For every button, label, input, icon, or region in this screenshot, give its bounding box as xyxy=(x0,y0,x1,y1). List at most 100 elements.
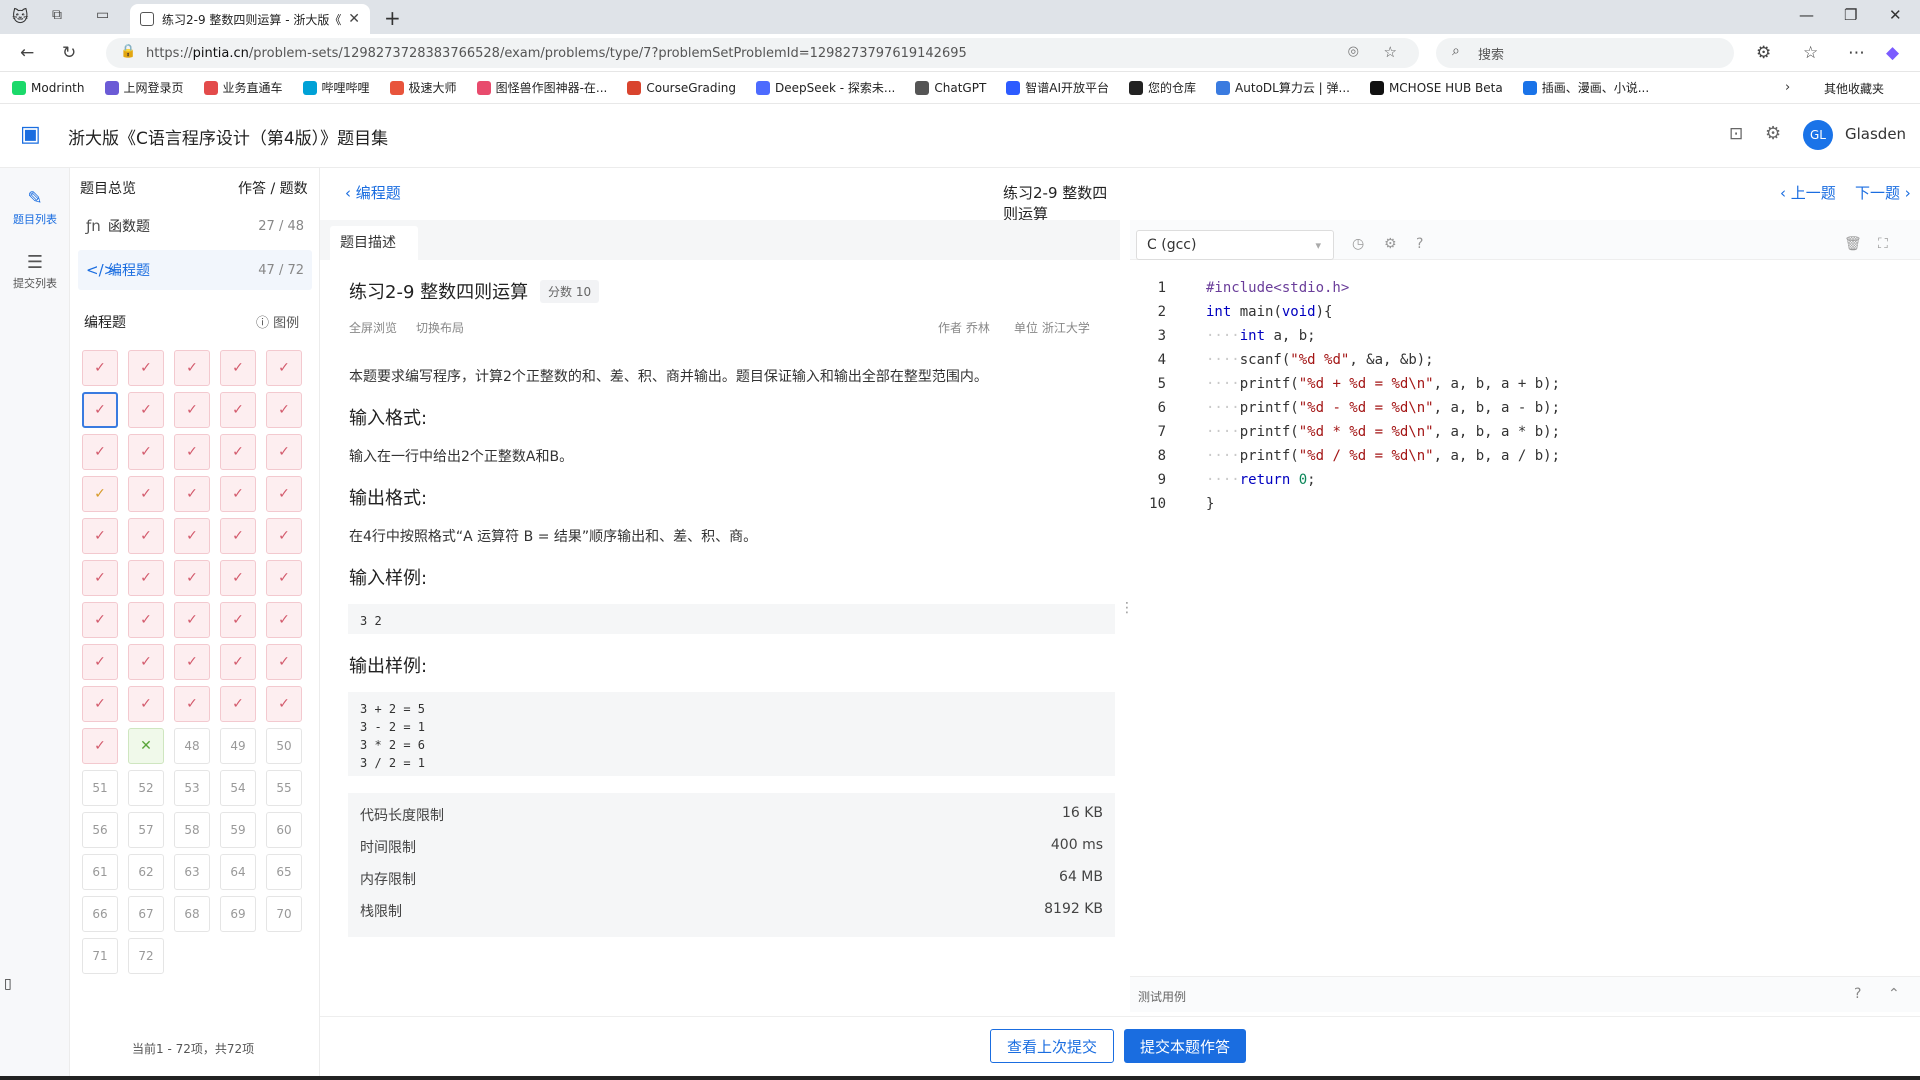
problem-cell[interactable]: 49 xyxy=(220,728,256,764)
code-line[interactable]: 2 int main(void){ xyxy=(1130,300,1920,324)
rail-problem-list[interactable]: ✎ 题目列表 xyxy=(0,188,70,227)
minimize-icon[interactable]: — xyxy=(1799,6,1814,24)
problem-cell[interactable]: 63 xyxy=(174,854,210,890)
back-icon[interactable]: ← xyxy=(20,43,34,63)
problem-cell[interactable]: ✓ xyxy=(174,434,210,470)
problem-cell[interactable]: 55 xyxy=(266,770,302,806)
problem-cell[interactable]: ✓ xyxy=(128,476,164,512)
help-icon[interactable]: ? xyxy=(1416,236,1423,252)
problem-cell[interactable]: ✕ xyxy=(128,728,164,764)
problem-cell[interactable]: 50 xyxy=(266,728,302,764)
category-programming-problems[interactable]: </> 编程题 47 / 72 xyxy=(78,250,312,290)
problem-cell[interactable]: ✓ xyxy=(82,728,118,764)
problem-cell[interactable]: 58 xyxy=(174,812,210,848)
category-function-problems[interactable]: ƒn 函数题 27 / 48 xyxy=(78,206,312,246)
window-close-icon[interactable]: ✕ xyxy=(1889,6,1902,24)
problem-cell[interactable]: ✓ xyxy=(220,686,256,722)
restore-icon[interactable]: ❐ xyxy=(1844,6,1857,24)
problem-cell[interactable]: ✓ xyxy=(266,392,302,428)
problem-cell[interactable]: ✓ xyxy=(82,518,118,554)
problem-cell[interactable]: 72 xyxy=(128,938,164,974)
history-icon[interactable]: ◷ xyxy=(1352,236,1364,252)
code-line[interactable]: 6 ····printf("%d - %d = %d\n", a, b, a - … xyxy=(1130,396,1920,420)
code-line[interactable]: 1 #include<stdio.h> xyxy=(1130,276,1920,300)
problem-cell[interactable]: ✓ xyxy=(220,518,256,554)
problem-cell[interactable]: ✓ xyxy=(82,392,118,428)
problem-cell[interactable]: 71 xyxy=(82,938,118,974)
bookmark-item[interactable]: 图怪兽作图神器-在... xyxy=(476,79,607,96)
problem-cell[interactable]: ✓ xyxy=(82,560,118,596)
problem-cell[interactable]: ✓ xyxy=(266,602,302,638)
problem-cell[interactable]: ✓ xyxy=(266,518,302,554)
legend-button[interactable]: ⓘ 图例 xyxy=(256,312,299,331)
bookmark-item[interactable]: 极速大师 xyxy=(389,79,457,96)
problem-cell[interactable]: ✓ xyxy=(82,686,118,722)
bookmark-item[interactable]: MCHOSE HUB Beta xyxy=(1369,80,1503,95)
browser-tab-active[interactable]: 练习2-9 整数四则运算 - 浙大版《 ✕ xyxy=(130,4,370,34)
problem-cell[interactable]: 57 xyxy=(128,812,164,848)
breadcrumb[interactable]: ‹ 编程题 xyxy=(345,182,401,203)
problem-cell[interactable]: ✓ xyxy=(220,434,256,470)
problem-cell[interactable]: ✓ xyxy=(174,644,210,680)
problem-cell[interactable]: 66 xyxy=(82,896,118,932)
code-area[interactable]: 1 #include<stdio.h> 2 int main(void){3 ····i… xyxy=(1130,276,1920,516)
problem-cell[interactable]: 67 xyxy=(128,896,164,932)
code-line[interactable]: 10} xyxy=(1130,492,1920,516)
problem-cell[interactable]: ✓ xyxy=(174,686,210,722)
briefcase-icon[interactable]: ⊡ xyxy=(1729,124,1743,144)
switch-layout-link[interactable]: 切换布局 xyxy=(416,319,464,336)
code-line[interactable]: 3 ····int a, b; xyxy=(1130,324,1920,348)
prev-problem-link[interactable]: ‹ 上一题 xyxy=(1780,182,1836,203)
problem-cell[interactable]: ✓ xyxy=(82,644,118,680)
refresh-icon[interactable]: ↻ xyxy=(62,43,76,63)
bookmark-item[interactable]: 哔哩哔哩 xyxy=(302,79,370,96)
rail-submission-list[interactable]: ☰ 提交列表 xyxy=(0,252,70,291)
other-bookmarks[interactable]: 其他收藏夹 xyxy=(1824,80,1884,97)
problem-cell[interactable]: ✓ xyxy=(128,602,164,638)
problem-cell[interactable]: ✓ xyxy=(220,560,256,596)
problem-cell[interactable]: ✓ xyxy=(266,644,302,680)
problem-cell[interactable]: ✓ xyxy=(128,560,164,596)
problem-cell[interactable]: 51 xyxy=(82,770,118,806)
tab-actions-icon[interactable]: ▭ xyxy=(96,7,109,23)
editor-settings-icon[interactable]: ⚙ xyxy=(1384,236,1397,252)
bookmark-item[interactable]: AutoDL算力云 | 弹... xyxy=(1216,79,1350,96)
bookmark-item[interactable]: 智谱AI开放平台 xyxy=(1006,79,1109,96)
problem-cell[interactable]: 70 xyxy=(266,896,302,932)
bookmark-item[interactable]: 您的仓库 xyxy=(1129,79,1196,96)
problem-cell[interactable]: ✓ xyxy=(266,686,302,722)
panel-splitter[interactable]: ⋮ xyxy=(1120,168,1134,1076)
problem-cell[interactable]: 60 xyxy=(266,812,302,848)
problem-cell[interactable]: ✓ xyxy=(128,434,164,470)
test-cases-bar[interactable]: 测试用例 ? ⌃ xyxy=(1130,976,1920,1012)
bookmark-item[interactable]: 插画、漫画、小说... xyxy=(1522,79,1649,96)
problem-cell[interactable]: 62 xyxy=(128,854,164,890)
more-menu-icon[interactable]: ⋯ xyxy=(1848,43,1865,63)
problem-cell[interactable]: ✓ xyxy=(82,602,118,638)
problem-cell[interactable]: ✓ xyxy=(128,350,164,386)
problem-cell[interactable]: ✓ xyxy=(82,350,118,386)
problem-cell[interactable]: ✓ xyxy=(82,476,118,512)
problem-cell[interactable]: 54 xyxy=(220,770,256,806)
problem-cell[interactable]: ✓ xyxy=(174,476,210,512)
collapse-rail-icon[interactable]: ▯ xyxy=(4,976,12,992)
problem-cell[interactable]: 65 xyxy=(266,854,302,890)
problem-cell[interactable]: ✓ xyxy=(220,644,256,680)
chevron-up-icon[interactable]: ⌃ xyxy=(1888,986,1900,1002)
web-search-field[interactable]: ⌕ 搜索 xyxy=(1436,38,1734,68)
problem-cell[interactable]: ✓ xyxy=(128,392,164,428)
bookmarks-overflow-icon[interactable]: › xyxy=(1785,80,1790,95)
profile-icon[interactable]: 🐱 xyxy=(12,7,29,26)
bookmark-item[interactable]: 上网登录页 xyxy=(104,79,184,96)
code-line[interactable]: 5 ····printf("%d + %d = %d\n", a, b, a + … xyxy=(1130,372,1920,396)
problem-cell[interactable]: 68 xyxy=(174,896,210,932)
extensions-icon[interactable]: ⚙ xyxy=(1756,43,1771,63)
collections-icon[interactable]: ⧉ xyxy=(52,7,62,23)
tab-close-icon[interactable]: ✕ xyxy=(348,11,360,27)
avatar[interactable]: GL xyxy=(1803,120,1833,150)
problem-cell[interactable]: ✓ xyxy=(174,560,210,596)
clear-code-icon[interactable]: 🗑 xyxy=(1844,236,1862,252)
problem-cell[interactable]: ✓ xyxy=(266,434,302,470)
problem-cell[interactable]: 52 xyxy=(128,770,164,806)
problem-cell[interactable]: ✓ xyxy=(174,392,210,428)
